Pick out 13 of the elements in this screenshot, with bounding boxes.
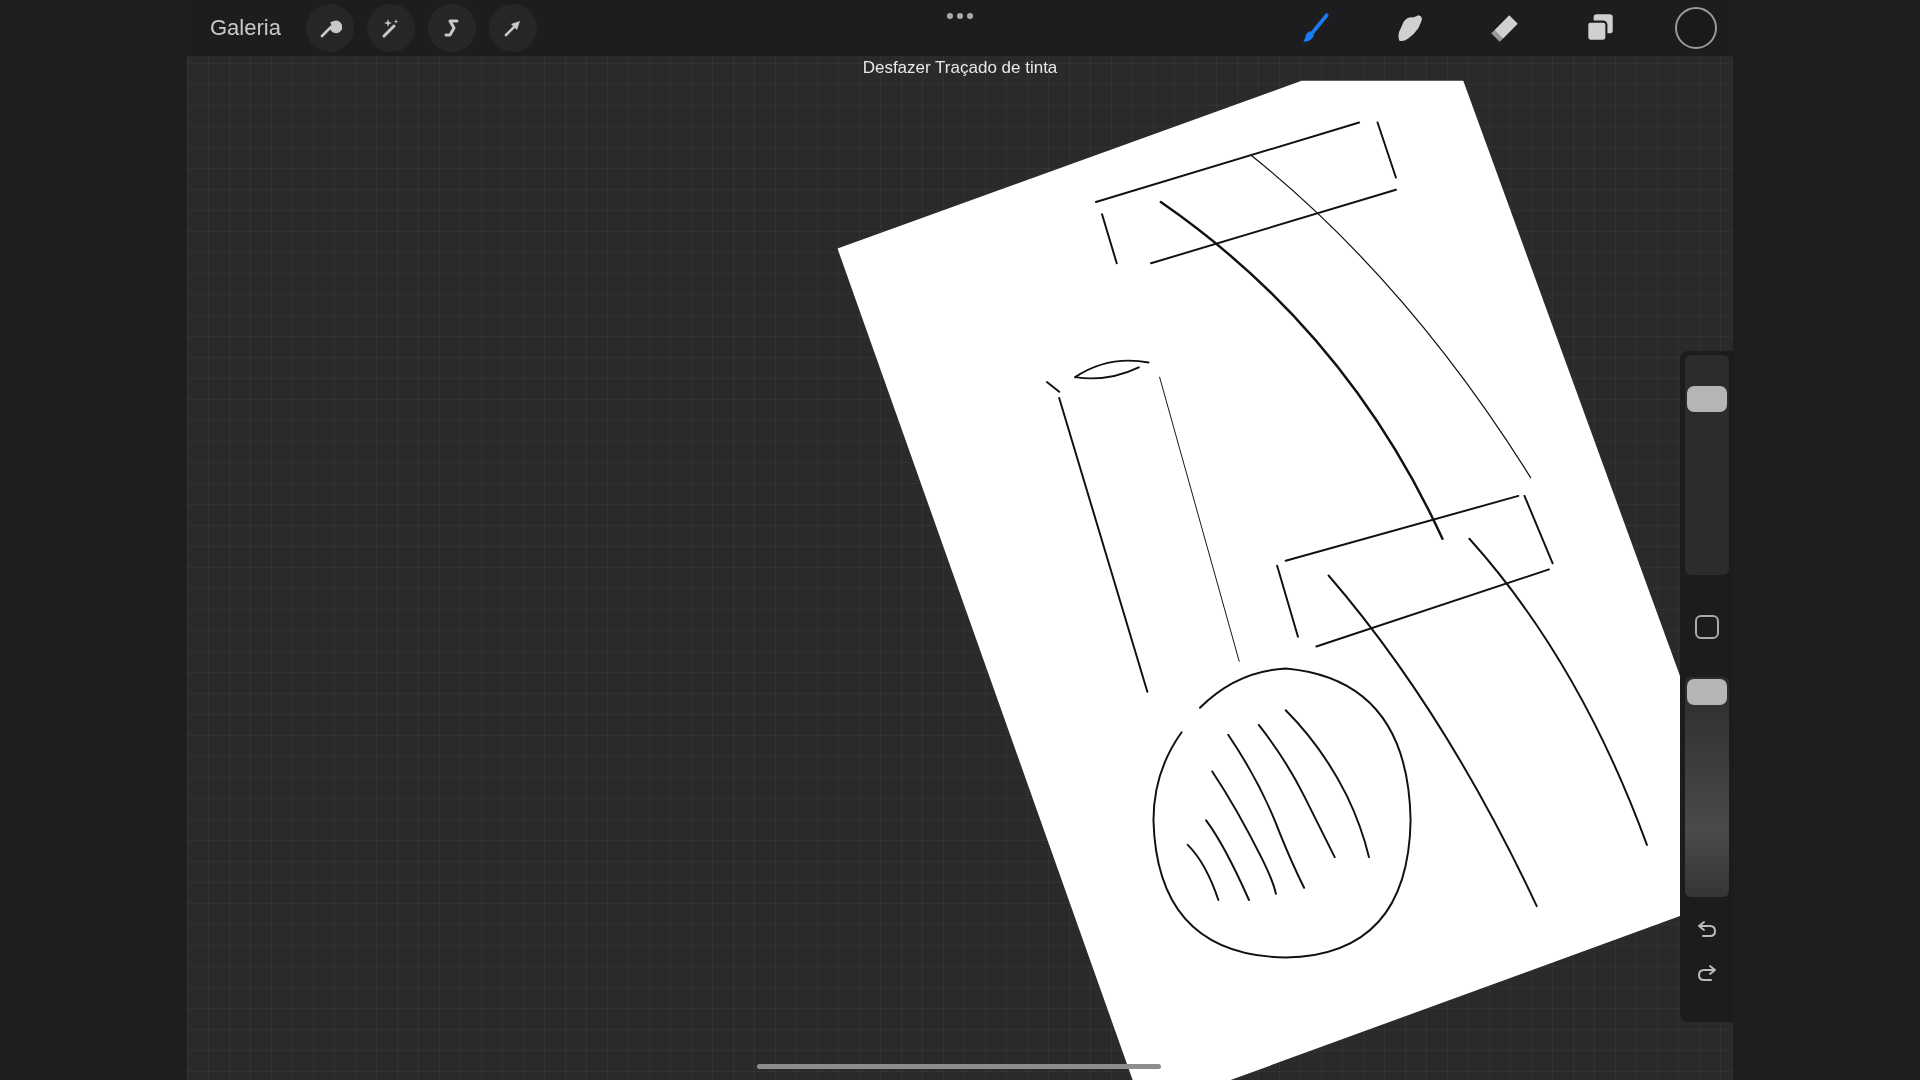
adjustments-button[interactable]	[366, 4, 415, 52]
undo-message: Desfazer Traçado de tinta	[862, 58, 1058, 78]
transform-button[interactable]	[488, 4, 537, 52]
actions-button[interactable]	[305, 4, 354, 52]
gallery-link[interactable]: Galeria	[210, 15, 281, 41]
color-swatch[interactable]	[1675, 7, 1717, 49]
selection-button[interactable]	[427, 4, 476, 52]
brush-size-slider[interactable]	[1684, 355, 1729, 575]
modify-button[interactable]	[1694, 615, 1719, 639]
more-icon[interactable]	[947, 13, 973, 19]
opacity-slider[interactable]	[1684, 677, 1729, 897]
slider-handle[interactable]	[1686, 679, 1727, 705]
slider-handle[interactable]	[1686, 385, 1727, 412]
